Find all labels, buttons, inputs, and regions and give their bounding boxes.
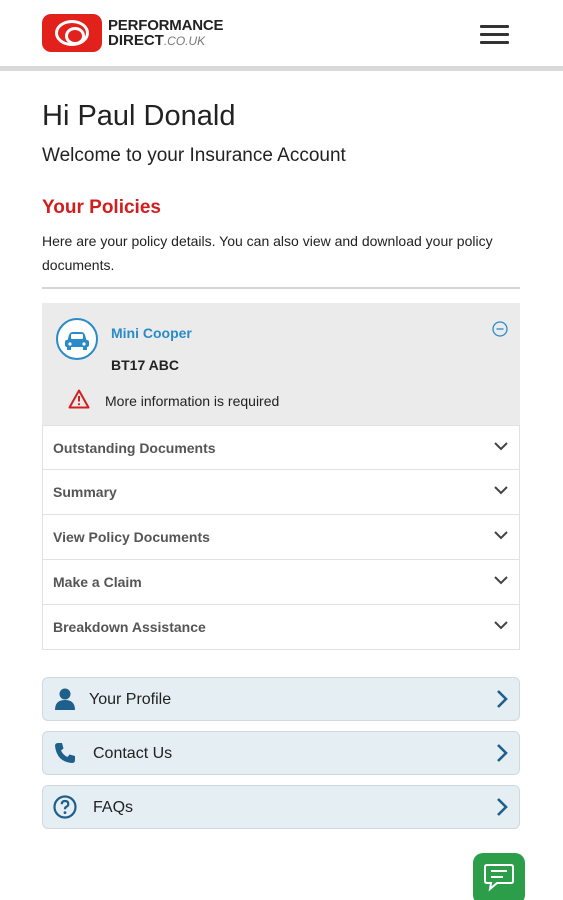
accordion-item-make-a-claim[interactable]: Make a Claim — [42, 560, 520, 605]
your-profile-label: Your Profile — [89, 691, 172, 708]
policies-title: Your Policies — [42, 197, 161, 218]
accordion-label: Make a Claim — [53, 574, 142, 590]
greeting-heading: Hi Paul Donald — [42, 100, 236, 132]
minus-circle-icon[interactable] — [492, 321, 508, 337]
policies-description: Here are your policy details. You can al… — [42, 233, 493, 273]
car-icon — [56, 318, 98, 360]
header-divider — [0, 66, 563, 71]
your-profile-button[interactable]: Your Profile — [42, 677, 520, 721]
contact-us-button[interactable]: Contact Us — [42, 731, 520, 775]
accordion-item-outstanding-documents[interactable]: Outstanding Documents — [42, 425, 520, 470]
brand-line2: DIRECT.CO.UK — [108, 33, 223, 49]
chevron-down-icon — [494, 621, 508, 630]
phone-icon — [55, 743, 75, 763]
policy-warning-text: More information is required — [105, 393, 280, 409]
accordion-label: Breakdown Assistance — [53, 619, 206, 635]
user-icon — [55, 688, 75, 710]
brand-name: DIRECT — [108, 31, 164, 49]
section-divider — [42, 287, 520, 289]
accordion-item-breakdown-assistance[interactable]: Breakdown Assistance — [42, 605, 520, 650]
policy-registration: BT17 ABC — [111, 357, 179, 373]
policy-accordion: Outstanding Documents Summary View Polic… — [42, 425, 520, 650]
question-circle-icon — [53, 795, 77, 819]
chevron-down-icon — [494, 486, 508, 495]
chevron-down-icon — [494, 576, 508, 585]
warning-triangle-icon — [68, 389, 90, 409]
chevron-down-icon — [494, 531, 508, 540]
chevron-right-icon — [497, 744, 508, 762]
chat-bubble-icon — [484, 864, 514, 892]
policy-card: Mini Cooper BT17 ABC More information is… — [42, 303, 520, 425]
accordion-item-summary[interactable]: Summary — [42, 470, 520, 515]
chevron-right-icon — [497, 690, 508, 708]
performance-direct-logo-icon — [42, 14, 102, 52]
faqs-button[interactable]: FAQs — [42, 785, 520, 829]
brand-wordmark: PERFORMANCE DIRECT.CO.UK — [108, 16, 224, 49]
brand-logo[interactable]: PERFORMANCE DIRECT.CO.UK — [42, 14, 224, 52]
policy-car-name[interactable]: Mini Cooper — [111, 325, 192, 341]
accordion-label: Summary — [53, 484, 117, 500]
hamburger-menu-icon[interactable] — [480, 24, 510, 46]
chat-button[interactable] — [473, 853, 525, 900]
chevron-right-icon — [497, 798, 508, 816]
accordion-item-view-policy-documents[interactable]: View Policy Documents — [42, 515, 520, 560]
contact-us-label: Contact Us — [93, 745, 173, 762]
welcome-text: Welcome to your Insurance Account — [42, 145, 346, 166]
accordion-label: Outstanding Documents — [53, 440, 216, 456]
faqs-label: FAQs — [93, 799, 134, 816]
accordion-label: View Policy Documents — [53, 529, 210, 545]
chevron-down-icon — [494, 442, 508, 451]
brand-line1: PERFORMANCE — [108, 16, 224, 34]
site-header: PERFORMANCE DIRECT.CO.UK — [0, 0, 563, 68]
brand-suffix: .CO.UK — [163, 33, 206, 48]
